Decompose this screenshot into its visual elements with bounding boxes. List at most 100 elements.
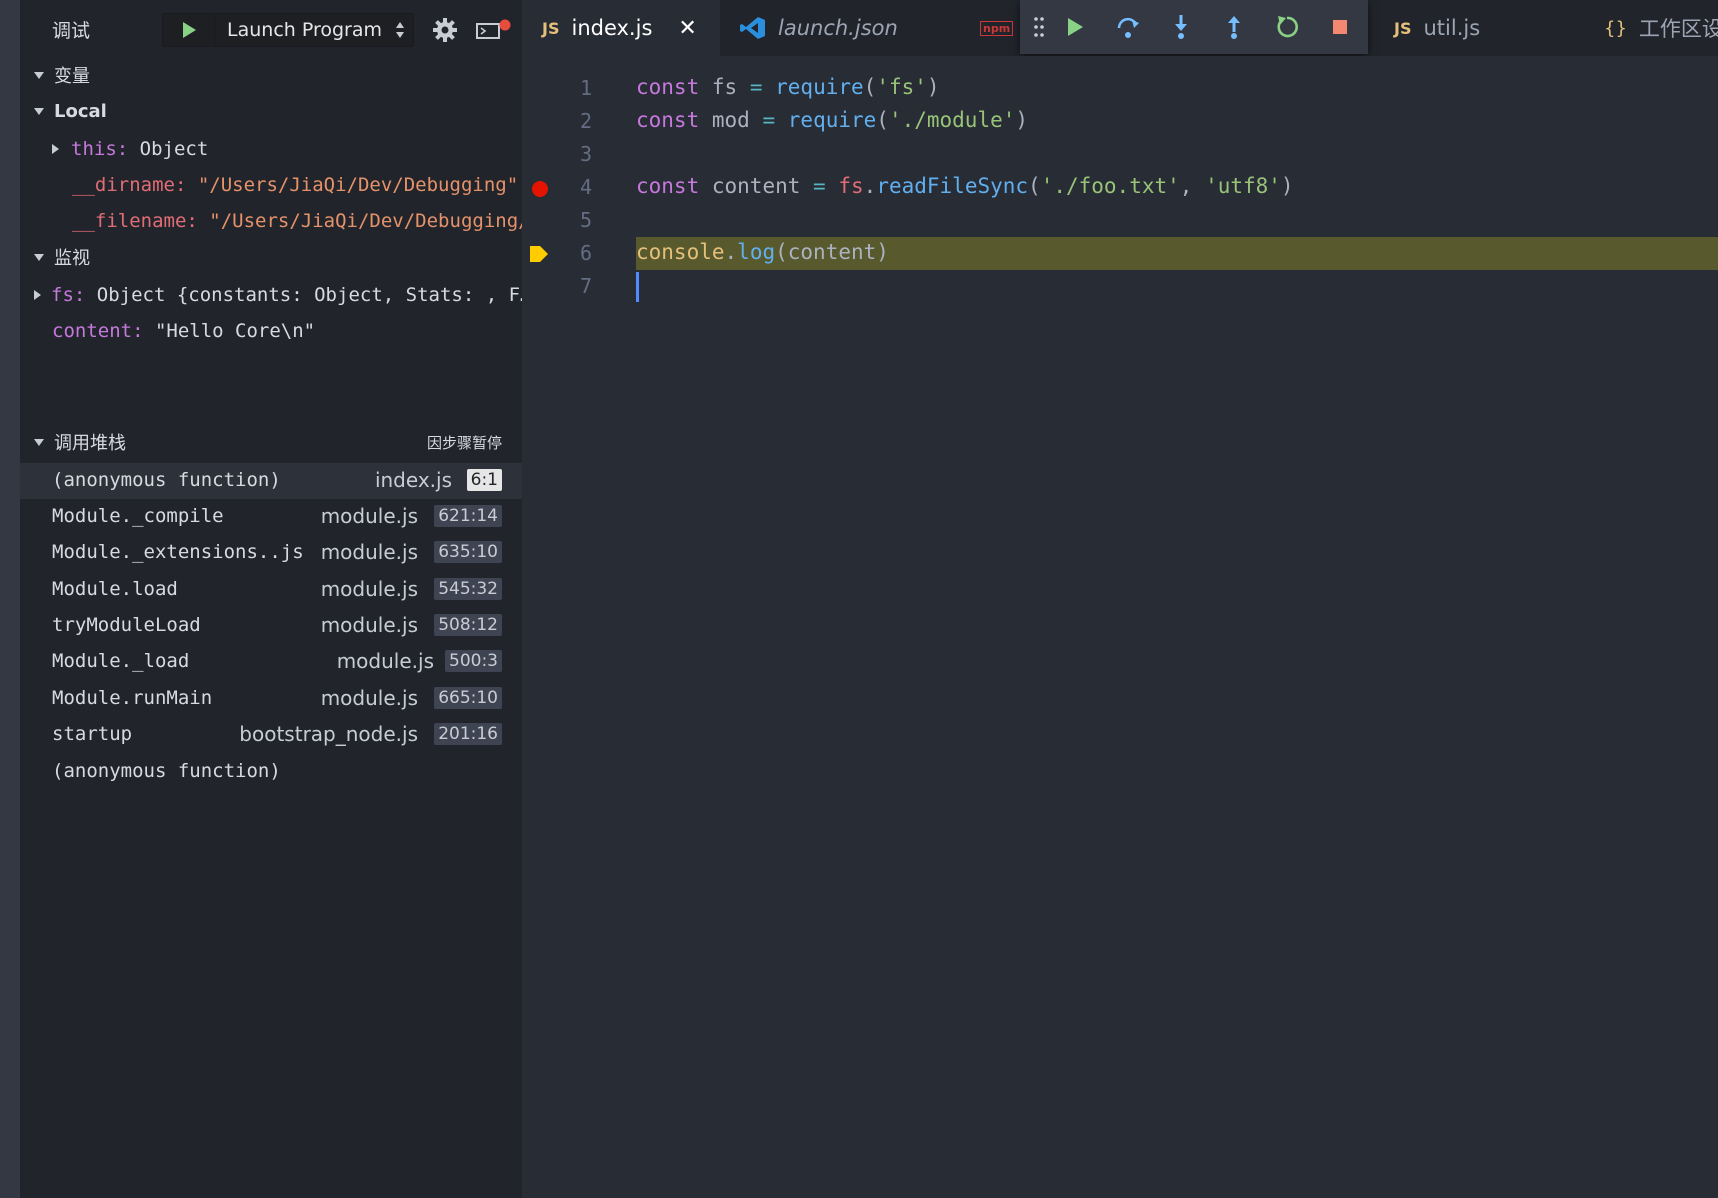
callstack-title: 调用堆栈 <box>54 433 126 454</box>
line-number: 3 <box>579 142 592 166</box>
collapse-icon <box>34 253 44 261</box>
variable-row[interactable]: this: Object <box>52 132 208 166</box>
stack-frame[interactable]: startup bootstrap_node.js 201:16 <box>20 717 522 753</box>
stack-frame[interactable]: Module.load module.js 545:32 <box>20 572 522 608</box>
line-number: 7 <box>579 274 592 298</box>
variable-name: __dirname <box>72 174 175 196</box>
frame-function: (anonymous function) <box>52 760 281 782</box>
activity-bar <box>0 0 20 1198</box>
debug-header: 调试 Launch Program <box>20 0 522 58</box>
tab-label: index.js <box>571 16 653 40</box>
frame-file: module.js <box>320 613 418 637</box>
variable-row[interactable]: __dirname: "/Users/JiaQi/Dev/Debugging" <box>72 168 518 202</box>
frame-position: 500:3 <box>445 650 502 672</box>
watch-name: fs <box>51 284 74 306</box>
frame-position: 635:10 <box>434 541 502 563</box>
frame-function: Module._extensions..js <box>52 541 304 563</box>
variable-name: __filename <box>72 210 187 232</box>
continue-button[interactable] <box>1060 12 1090 42</box>
code-line: 5 <box>522 204 1718 237</box>
watch-row[interactable]: fs: Object {constants: Object, Stats: , … <box>34 278 531 312</box>
drag-handle-icon[interactable] <box>1032 12 1046 42</box>
frame-position: 6:1 <box>466 469 502 491</box>
frame-function: startup <box>52 723 133 745</box>
frame-function: Module._load <box>52 650 190 672</box>
code-line: 2 const mod = require('./module') <box>522 105 1718 138</box>
frame-file: module.js <box>320 504 418 528</box>
variable-name: this <box>71 138 117 160</box>
variables-header[interactable]: 变量 <box>20 59 90 91</box>
vscode-icon <box>740 17 765 39</box>
step-out-icon <box>1228 16 1240 39</box>
step-out-button[interactable] <box>1219 12 1249 42</box>
stack-frame[interactable]: (anonymous function) <box>20 754 522 790</box>
restart-button[interactable] <box>1272 12 1302 42</box>
tab-label: 工作区设 <box>1638 17 1718 41</box>
frame-function: Module.runMain <box>52 687 213 709</box>
restart-icon <box>1277 16 1299 38</box>
expand-icon <box>34 290 41 300</box>
frame-file: module.js <box>336 649 434 673</box>
frame-position: 508:12 <box>434 614 502 636</box>
variable-value: "/Users/JiaQi/Dev/Debugging" <box>197 174 519 196</box>
stack-frame[interactable]: Module._compile module.js 621:14 <box>20 499 522 535</box>
frame-position: 545:32 <box>434 578 502 600</box>
tab-launch-json[interactable]: launch.json <box>720 0 938 56</box>
debug-console-icon[interactable] <box>464 13 524 47</box>
text-cursor <box>636 272 639 302</box>
stack-frame[interactable]: Module._extensions..js module.js 635:10 <box>20 535 522 571</box>
tab-label: launch.json <box>778 16 898 40</box>
debug-sidebar: 调试 Launch Program 变量 Local this: Object… <box>20 0 541 1198</box>
callstack-header[interactable]: 调用堆栈 因步骤暂停 <box>20 426 522 458</box>
step-into-icon <box>1175 15 1187 39</box>
step-over-button[interactable] <box>1113 12 1143 42</box>
frame-position: 621:14 <box>434 505 502 527</box>
stop-icon <box>1333 20 1347 34</box>
watch-title: 监视 <box>54 248 90 269</box>
local-scope-title: Local <box>54 100 107 122</box>
code-line: 3 <box>522 138 1718 171</box>
frame-file: module.js <box>320 540 418 564</box>
js-file-icon: JS <box>542 18 560 38</box>
code-editor[interactable]: 1 const fs = require('fs') 2 const mod =… <box>522 56 1718 1198</box>
frame-function: (anonymous function) <box>52 469 281 491</box>
tab-util-js[interactable]: JS util.js <box>1374 0 1584 56</box>
collapse-icon <box>34 107 44 115</box>
code-line: 4 const content = fs.readFileSync('./foo… <box>522 171 1718 204</box>
debug-title: 调试 <box>52 20 91 42</box>
npm-icon: npm <box>980 20 1014 36</box>
local-scope-header[interactable]: Local <box>20 95 107 127</box>
collapse-icon <box>34 438 44 446</box>
debug-toolbar <box>1020 0 1368 54</box>
stack-frame[interactable]: (anonymous function) index.js 6:1 <box>20 463 522 499</box>
frame-file: bootstrap_node.js <box>239 722 418 746</box>
stop-button[interactable] <box>1325 12 1355 42</box>
launch-config-select[interactable]: Launch Program <box>214 13 414 47</box>
tab-index-js[interactable]: JS index.js ✕ <box>522 0 720 56</box>
frame-function: Module._compile <box>52 505 224 527</box>
code-text: const fs = require('fs') <box>636 75 940 99</box>
variables-title: 变量 <box>54 66 90 87</box>
frame-function: Module.load <box>52 578 178 600</box>
frame-position: 201:16 <box>434 723 502 745</box>
start-debugging-button[interactable] <box>162 13 214 47</box>
watch-value: Object {constants: Object, Stats: , F… <box>96 284 532 306</box>
code-line-current: 6 console.log(content) <box>522 237 1718 270</box>
stack-frame[interactable]: Module._load module.js 500:3 <box>20 644 522 680</box>
watch-header[interactable]: 监视 <box>20 241 90 273</box>
line-number: 4 <box>579 175 592 199</box>
watch-row[interactable]: content: "Hello Core\n" <box>52 314 315 348</box>
code-line: 1 const fs = require('fs') <box>522 72 1718 105</box>
gear-icon[interactable] <box>428 13 462 47</box>
close-icon[interactable]: ✕ <box>678 16 696 41</box>
variable-row[interactable]: __filename: "/Users/JiaQi/Dev/Debugging/… <box>72 204 541 238</box>
stack-frame[interactable]: tryModuleLoad module.js 508:12 <box>20 608 522 644</box>
tab-workspace-settings[interactable]: {} 工作区设 <box>1584 0 1718 56</box>
step-over-icon <box>1117 17 1139 38</box>
stack-frame[interactable]: Module.runMain module.js 665:10 <box>20 681 522 717</box>
line-number: 2 <box>579 109 592 133</box>
step-into-button[interactable] <box>1166 12 1196 42</box>
frame-file: module.js <box>320 577 418 601</box>
play-icon <box>182 22 196 38</box>
watch-name: content <box>52 320 133 342</box>
